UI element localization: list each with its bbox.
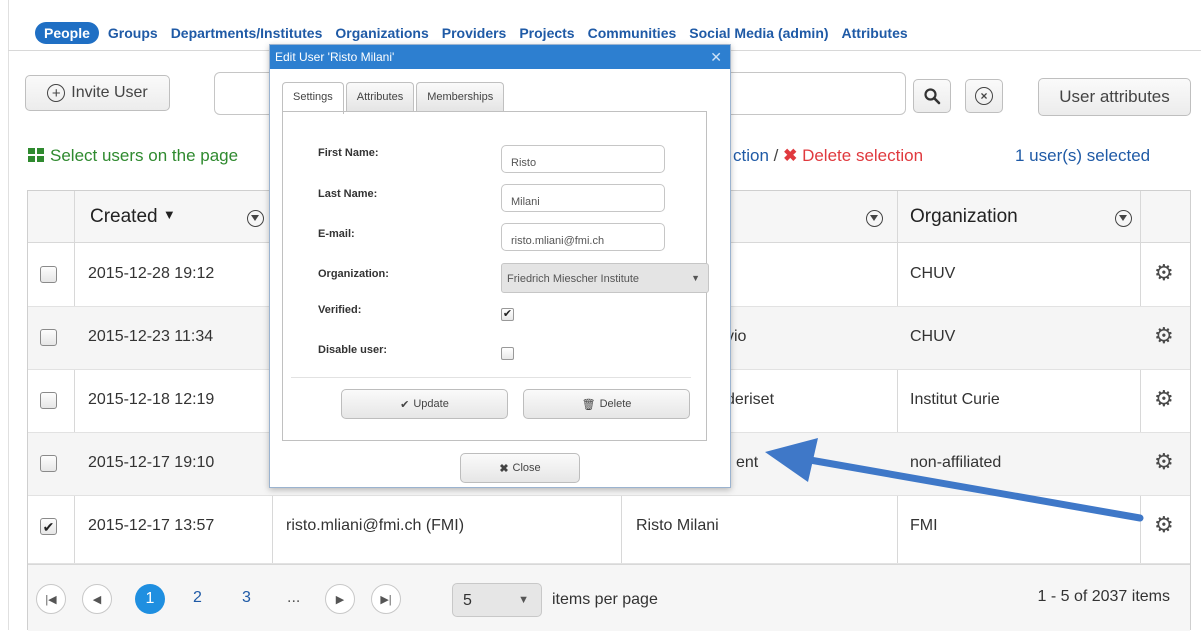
delete-label: Delete [599, 398, 632, 410]
organization-label: Organization: [318, 268, 389, 280]
first-name-label: First Name: [318, 147, 379, 159]
close-label: Close [512, 462, 541, 474]
close-icon[interactable]: ✕ [710, 49, 722, 66]
verified-checkbox[interactable]: ✔ [501, 308, 514, 321]
form-divider [291, 377, 691, 378]
email-label: E-mail: [318, 228, 355, 240]
delete-button[interactable]: 🗑 Delete [523, 389, 690, 419]
email-field[interactable] [501, 223, 665, 251]
close-x-icon: ✖ [499, 462, 509, 475]
trash-icon: 🗑 [581, 398, 596, 411]
close-button[interactable]: ✖ Close [460, 453, 580, 483]
tab-settings[interactable]: Settings [282, 82, 344, 114]
update-button[interactable]: ✔ Update [341, 389, 508, 419]
update-label: Update [413, 398, 449, 410]
dialog-titlebar: Edit User 'Risto Milani' ✕ [270, 45, 730, 69]
dropdown-arrow-icon: ▼ [691, 273, 700, 283]
tab-memberships[interactable]: Memberships [416, 82, 505, 112]
last-name-field[interactable] [501, 184, 665, 212]
edit-user-dialog: Edit User 'Risto Milani' ✕ Settings Attr… [269, 44, 731, 488]
check-icon: ✔ [400, 398, 410, 411]
disable-user-checkbox[interactable] [501, 347, 514, 360]
last-name-label: Last Name: [318, 188, 378, 200]
dialog-title: Edit User 'Risto Milani' [275, 50, 395, 64]
settings-panel: First Name: Last Name: E-mail: Organizat… [282, 111, 709, 441]
tab-attributes[interactable]: Attributes [345, 82, 415, 112]
disable-user-label: Disable user: [318, 344, 388, 356]
organization-select[interactable]: Friedrich Miescher Institute ▼ [501, 263, 709, 293]
organization-value: Friedrich Miescher Institute [507, 273, 640, 285]
dialog-tabs: Settings Attributes Memberships [282, 82, 506, 114]
verified-label: Verified: [318, 304, 362, 316]
first-name-field[interactable] [501, 145, 665, 173]
